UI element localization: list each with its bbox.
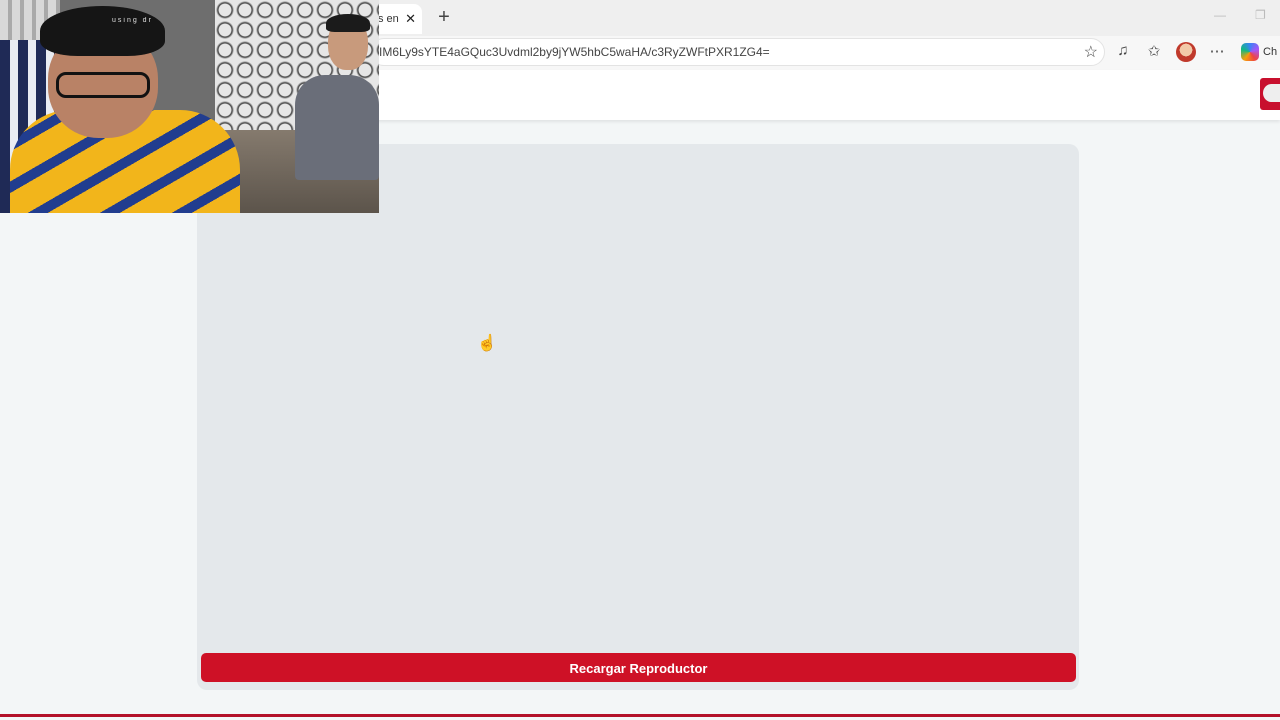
bottom-divider [0,714,1280,717]
webcam-person-right [295,75,379,180]
site-logo[interactable] [1260,78,1280,110]
media-icon[interactable]: ♫ [1112,42,1134,59]
tab-title: s en [378,13,399,25]
close-tab-icon[interactable]: ✕ [405,11,416,27]
reload-player-button[interactable]: Recargar Reproductor [201,653,1076,682]
favorites-icon[interactable]: ✩ [1143,42,1165,60]
url-text: IM6Ly9sYTE4aGQuc3Uvdml2by9jYW5hbC5waHA/c… [379,45,770,59]
copilot-label[interactable]: Ch [1263,46,1277,58]
webcam-overlay: using dr [0,0,379,213]
maximize-icon[interactable]: ❐ [1255,8,1266,22]
hand-cursor-icon: ☝ [477,335,497,352]
video-player[interactable] [197,144,1079,690]
new-tab-button[interactable]: + [434,6,454,29]
copilot-icon[interactable] [1241,43,1259,61]
minimize-icon[interactable]: — [1214,8,1226,22]
profile-avatar[interactable] [1176,42,1196,62]
webcam-watermark: using dr [112,17,153,24]
webcam-glasses [56,72,150,98]
webcam-person-main-hair [40,6,165,56]
address-bar[interactable]: IM6Ly9sYTE4aGQuc3Uvdml2by9jYW5hbC5waHA/c… [370,38,1105,66]
star-icon[interactable]: ☆ [1084,42,1098,62]
webcam-person-right-hair [326,14,370,32]
more-icon[interactable]: ⋯ [1206,42,1228,60]
